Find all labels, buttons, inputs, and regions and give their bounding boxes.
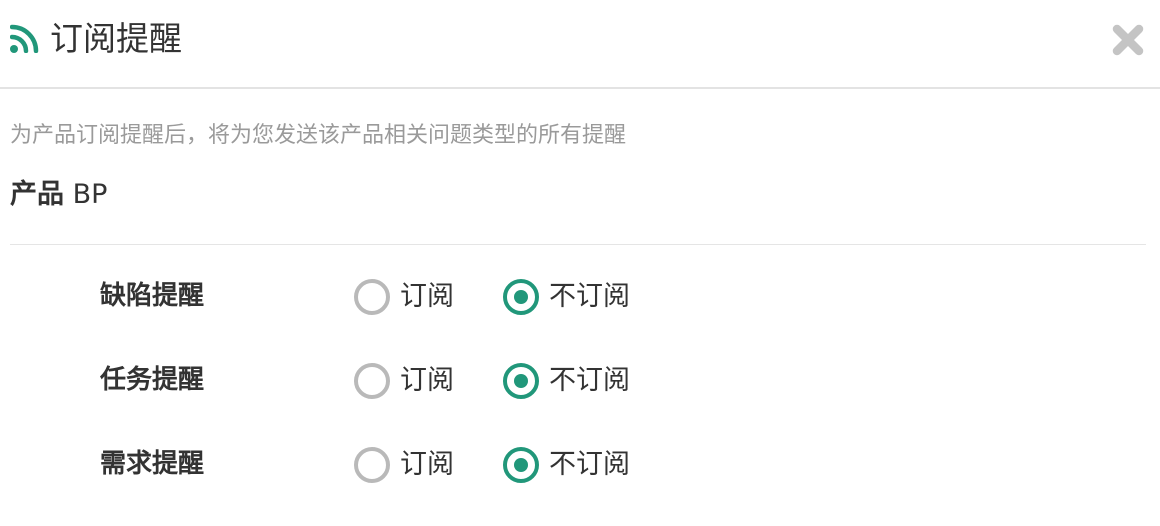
product-info: 产品 BP bbox=[10, 177, 107, 213]
task-reminder-row: 任务提醒 订阅 不订阅 bbox=[0, 356, 1160, 406]
divider bbox=[10, 244, 1146, 245]
close-icon bbox=[1112, 24, 1144, 56]
subscribe-label: 订阅 bbox=[400, 281, 454, 312]
subscribe-label: 订阅 bbox=[400, 365, 454, 396]
unsubscribe-label: 不订阅 bbox=[549, 365, 630, 396]
product-name: BP bbox=[72, 179, 108, 210]
unsubscribe-label: 不订阅 bbox=[549, 449, 630, 480]
defect-reminder-label: 缺陷提醒 bbox=[100, 281, 205, 311]
requirement-reminder-row: 需求提醒 订阅 不订阅 bbox=[0, 440, 1160, 490]
defect-reminder-row: 缺陷提醒 订阅 不订阅 bbox=[0, 272, 1160, 322]
task-subscribe-radio[interactable] bbox=[354, 363, 390, 399]
requirement-unsubscribe-radio[interactable] bbox=[503, 447, 539, 483]
task-reminder-label: 任务提醒 bbox=[100, 365, 205, 395]
dialog-title: 订阅提醒 bbox=[50, 19, 182, 58]
unsubscribe-label: 不订阅 bbox=[549, 281, 630, 312]
defect-unsubscribe-radio[interactable] bbox=[503, 279, 539, 315]
subscription-dialog: 订阅提醒 为产品订阅提醒后，将为您发送该产品相关问题类型的所有提醒 产品 BP … bbox=[0, 0, 1160, 526]
product-label: 产品 bbox=[10, 179, 64, 210]
task-unsubscribe-radio[interactable] bbox=[503, 363, 539, 399]
requirement-subscribe-radio[interactable] bbox=[354, 447, 390, 483]
rss-icon bbox=[10, 24, 39, 53]
defect-subscribe-radio[interactable] bbox=[354, 279, 390, 315]
close-button[interactable] bbox=[1108, 20, 1148, 60]
subscribe-label: 订阅 bbox=[400, 449, 454, 480]
dialog-description: 为产品订阅提醒后，将为您发送该产品相关问题类型的所有提醒 bbox=[10, 123, 627, 148]
dialog-header: 订阅提醒 bbox=[0, 0, 1160, 89]
requirement-reminder-label: 需求提醒 bbox=[100, 449, 205, 479]
